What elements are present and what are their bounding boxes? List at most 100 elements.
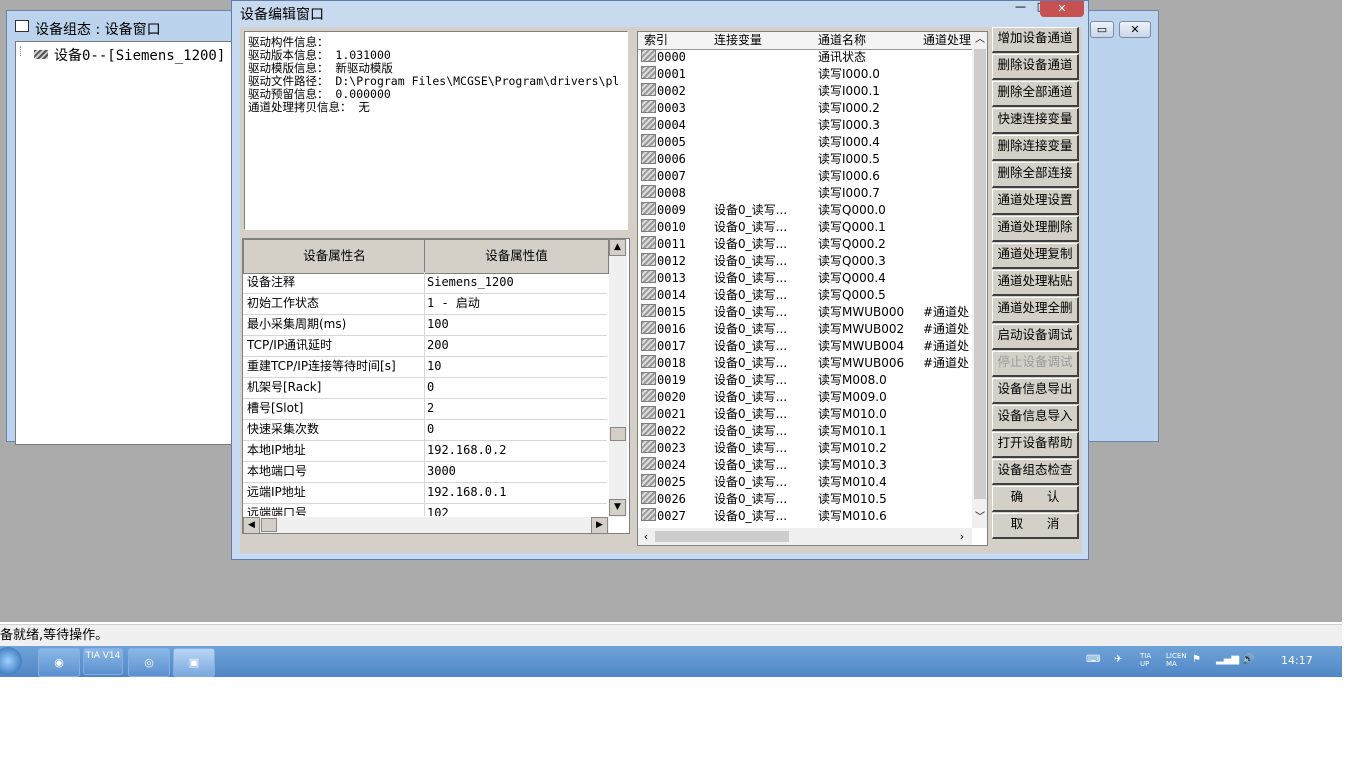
channel-scroll-thumb[interactable] <box>974 49 986 499</box>
channel-row[interactable]: 0014 设备0_读写... 读写Q000.5 <box>638 287 972 304</box>
channel-row[interactable]: 0013 设备0_读写... 读写Q000.4 <box>638 270 972 287</box>
delete-all-links-button[interactable]: 删除全部连接 <box>992 162 1079 188</box>
taskbar-app-tia-icon[interactable]: TIA V14 <box>83 648 123 675</box>
property-value[interactable]: 102 <box>427 503 449 516</box>
channel-row[interactable]: 0024 设备0_读写... 读写M010.3 <box>638 457 972 474</box>
property-row[interactable]: 远端IP地址 192.168.0.1 <box>243 482 607 504</box>
channel-row[interactable]: 0006 读写I000.5 <box>638 151 972 168</box>
delete-all-button[interactable]: 删除全部通道 <box>992 81 1079 107</box>
tray-icon[interactable]: ⌨ <box>1086 654 1100 665</box>
proc-copy-button[interactable]: 通道处理复制 <box>992 243 1079 269</box>
channel-row[interactable]: 0027 设备0_读写... 读写M010.6 <box>638 508 972 525</box>
property-row[interactable]: 机架号[Rack] 0 <box>243 377 607 399</box>
minimize-button[interactable]: ▭ <box>1090 21 1114 38</box>
property-row[interactable]: 快速采集次数 0 <box>243 419 607 441</box>
col-name-header[interactable]: 通道名称 <box>812 32 924 50</box>
channel-row[interactable]: 0025 设备0_读写... 读写M010.4 <box>638 474 972 491</box>
property-value[interactable]: 192.168.0.1 <box>427 482 506 503</box>
property-row[interactable]: 槽号[Slot] 2 <box>243 398 607 420</box>
tree-item-device0[interactable]: 设备0--[Siemens_1200] <box>54 45 225 65</box>
delete-link-button[interactable]: 删除连接变量 <box>992 135 1079 161</box>
scroll-down-button[interactable]: ▼ <box>609 499 626 516</box>
property-value[interactable]: 10 <box>427 356 441 377</box>
property-row[interactable]: TCP/IP通讯延时 200 <box>243 335 607 357</box>
tray-icon[interactable]: ⚑ <box>1192 654 1201 665</box>
channel-row[interactable]: 0018 设备0_读写... 读写MWUB006 #通道处 <box>638 355 972 372</box>
channel-row[interactable]: 0023 设备0_读写... 读写M010.2 <box>638 440 972 457</box>
proc-delete-all-button[interactable]: 通道处理全删 <box>992 297 1079 323</box>
tray-icon[interactable]: LICEN MA <box>1166 652 1187 668</box>
props-vertical-scrollbar[interactable]: ▲ ▼ <box>609 239 627 517</box>
col-var-header[interactable]: 连接变量 <box>708 32 819 50</box>
dialog-minimize-button[interactable]: — <box>1008 1 1033 15</box>
channel-row[interactable]: 0002 读写I000.1 <box>638 83 972 100</box>
channel-horizontal-scrollbar[interactable]: ‹ › <box>638 528 972 545</box>
confirm-button[interactable]: 确 认 <box>992 486 1079 512</box>
channel-row[interactable]: 0009 设备0_读写... 读写Q000.0 <box>638 202 972 219</box>
proc-paste-button[interactable]: 通道处理粘贴 <box>992 270 1079 296</box>
scroll-thumb[interactable] <box>610 427 626 441</box>
channel-row[interactable]: 0010 设备0_读写... 读写Q000.1 <box>638 219 972 236</box>
import-button[interactable]: 设备信息导入 <box>992 405 1079 431</box>
channel-row[interactable]: 0026 设备0_读写... 读写M010.5 <box>638 491 972 508</box>
property-value[interactable]: 1 - 启动 <box>427 293 480 314</box>
col-proc-header[interactable]: 通道处理 <box>917 32 979 50</box>
property-value[interactable]: 200 <box>427 335 449 356</box>
property-row[interactable]: 初始工作状态 1 - 启动 <box>243 293 607 315</box>
proc-set-button[interactable]: 通道处理设置 <box>992 189 1079 215</box>
quick-link-button[interactable]: 快速连接变量 <box>992 108 1079 134</box>
export-button[interactable]: 设备信息导出 <box>992 378 1079 404</box>
property-row[interactable]: 远端端口号 102 <box>243 503 607 516</box>
property-row[interactable]: 重建TCP/IP连接等待时间[s] 10 <box>243 356 607 378</box>
help-button[interactable]: 打开设备帮助 <box>992 432 1079 458</box>
scroll-up-button[interactable]: ▲ <box>609 239 626 256</box>
scroll-right-icon[interactable]: › <box>954 528 970 545</box>
property-value[interactable]: 0 <box>427 419 434 440</box>
property-row[interactable]: 最小采集周期(ms) 100 <box>243 314 607 336</box>
channel-row[interactable]: 0004 读写I000.3 <box>638 117 972 134</box>
channel-row[interactable]: 0021 设备0_读写... 读写M010.0 <box>638 406 972 423</box>
channel-row[interactable]: 0005 读写I000.4 <box>638 134 972 151</box>
tray-icon[interactable]: TIA UP <box>1140 652 1158 668</box>
scroll-up-icon[interactable]: ︿ <box>972 32 987 48</box>
taskbar-app-browser-icon[interactable]: ◎ <box>128 648 170 677</box>
property-value[interactable]: 100 <box>427 314 449 335</box>
channel-row[interactable]: 0020 设备0_读写... 读写M009.0 <box>638 389 972 406</box>
property-value[interactable]: 2 <box>427 398 434 419</box>
channel-row[interactable]: 0011 设备0_读写... 读写Q000.2 <box>638 236 972 253</box>
add-button[interactable]: 增加设备通道 <box>992 27 1079 53</box>
channel-vertical-scrollbar[interactable]: ︿ ﹀ <box>972 32 987 528</box>
cancel-button[interactable]: 取 消 <box>992 513 1079 539</box>
tray-icon[interactable]: ▂▄▆ <box>1216 654 1239 665</box>
channel-row[interactable]: 0016 设备0_读写... 读写MWUB002 #通道处 <box>638 321 972 338</box>
channel-row[interactable]: 0015 设备0_读写... 读写MWUB000 #通道处 <box>638 304 972 321</box>
channel-row[interactable]: 0008 读写I000.7 <box>638 185 972 202</box>
scroll-right-button[interactable]: ▶ <box>591 517 608 533</box>
property-row[interactable]: 本地端口号 3000 <box>243 461 607 483</box>
clock[interactable]: 14:17 <box>1281 654 1313 667</box>
tray-icon[interactable]: ✈ <box>1114 654 1122 665</box>
property-value[interactable]: 192.168.0.2 <box>427 440 506 461</box>
property-value[interactable]: Siemens_1200 <box>427 272 514 293</box>
taskbar-app-mcgs-icon[interactable]: ▣ <box>173 648 215 677</box>
col-index-header[interactable]: 索引 <box>638 32 715 50</box>
scroll-left-icon[interactable]: ‹ <box>638 528 654 545</box>
property-row[interactable]: 本地IP地址 192.168.0.2 <box>243 440 607 462</box>
channel-row[interactable]: 0017 设备0_读写... 读写MWUB004 #通道处 <box>638 338 972 355</box>
channel-row[interactable]: 0007 读写I000.6 <box>638 168 972 185</box>
property-value[interactable]: 0 <box>427 377 434 398</box>
channel-row[interactable]: 0000 通讯状态 <box>638 49 972 66</box>
start-debug-button[interactable]: 启动设备调试 <box>992 324 1079 350</box>
props-horizontal-scrollbar[interactable]: ◀ ▶ <box>243 517 609 533</box>
property-value[interactable]: 3000 <box>427 461 456 482</box>
channel-row[interactable]: 0019 设备0_读写... 读写M008.0 <box>638 372 972 389</box>
channel-row[interactable]: 0001 读写I000.0 <box>638 66 972 83</box>
channel-row[interactable]: 0003 读写I000.2 <box>638 100 972 117</box>
tray-icon[interactable]: 🔊 <box>1242 654 1254 665</box>
taskbar-app-color-icon[interactable]: ◉ <box>38 648 80 677</box>
close-button[interactable]: ✕ <box>1119 21 1151 38</box>
channel-row[interactable]: 0012 设备0_读写... 读写Q000.3 <box>638 253 972 270</box>
delete-button[interactable]: 删除设备通道 <box>992 54 1079 80</box>
scroll-left-button[interactable]: ◀ <box>243 517 260 533</box>
start-button[interactable] <box>0 647 22 675</box>
